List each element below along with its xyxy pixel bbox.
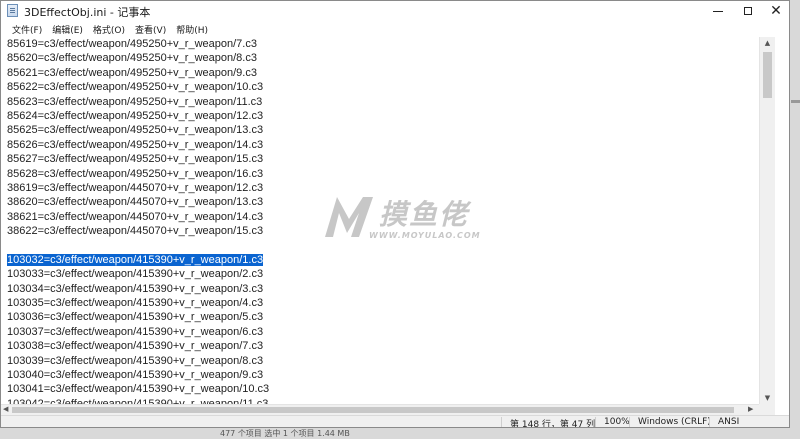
title-bar[interactable]: 3DEffectObj.ini - 记事本 ✕: [1, 1, 789, 21]
text-line: 85624=c3/effect/weapon/495250+v_r_weapon…: [7, 109, 759, 123]
text-line: 103032=c3/effect/weapon/415390+v_r_weapo…: [7, 253, 759, 267]
text-line: 85619=c3/effect/weapon/495250+v_r_weapon…: [7, 37, 759, 51]
text-line: 85622=c3/effect/weapon/495250+v_r_weapon…: [7, 80, 759, 94]
text-line: 103040=c3/effect/weapon/415390+v_r_weapo…: [7, 368, 759, 382]
line-text: 103037=c3/effect/weapon/415390+v_r_weapo…: [7, 325, 264, 338]
minimize-button[interactable]: [703, 1, 733, 21]
status-cursor-position: 第 148 行，第 47 列: [510, 420, 596, 428]
text-line: 103035=c3/effect/weapon/415390+v_r_weapo…: [7, 296, 759, 310]
maximize-button[interactable]: [733, 1, 763, 21]
horizontal-scrollbar[interactable]: ◀ ▶: [1, 404, 759, 415]
line-text: 85625=c3/effect/weapon/495250+v_r_weapon…: [7, 124, 264, 137]
line-text: 85627=c3/effect/weapon/495250+v_r_weapon…: [7, 153, 264, 166]
status-encoding: ANSI: [718, 417, 740, 427]
menu-format[interactable]: 格式(O): [88, 21, 130, 37]
line-text: 85620=c3/effect/weapon/495250+v_r_weapon…: [7, 52, 257, 65]
explorer-status-text: 477 个项目 选中 1 个项目 1.44 MB: [220, 429, 350, 438]
text-line: 85623=c3/effect/weapon/495250+v_r_weapon…: [7, 95, 759, 109]
scroll-down-icon[interactable]: ▼: [760, 394, 775, 402]
status-divider: [595, 417, 596, 427]
scroll-right-icon[interactable]: ▶: [748, 405, 753, 413]
selected-text: 103032=c3/effect/weapon/415390+v_r_weapo…: [7, 253, 264, 266]
line-text: 38620=c3/effect/weapon/445070+v_r_weapon…: [7, 196, 264, 209]
text-line: 103038=c3/effect/weapon/415390+v_r_weapo…: [7, 339, 759, 353]
status-divider: [501, 417, 502, 427]
line-text: 85628=c3/effect/weapon/495250+v_r_weapon…: [7, 167, 264, 180]
vertical-scroll-thumb[interactable]: [763, 52, 772, 98]
line-text: 38621=c3/effect/weapon/445070+v_r_weapon…: [7, 210, 264, 223]
text-line: 103036=c3/effect/weapon/415390+v_r_weapo…: [7, 310, 759, 324]
line-text: 85623=c3/effect/weapon/495250+v_r_weapon…: [7, 95, 263, 108]
line-text: 103033=c3/effect/weapon/415390+v_r_weapo…: [7, 268, 264, 281]
line-text: 103034=c3/effect/weapon/415390+v_r_weapo…: [7, 282, 264, 295]
line-text: 103040=c3/effect/weapon/415390+v_r_weapo…: [7, 368, 264, 381]
text-line: 103042=c3/effect/weapon/415390+v_r_weapo…: [7, 397, 759, 404]
horizontal-scroll-thumb[interactable]: [12, 407, 734, 413]
menu-file[interactable]: 文件(F): [7, 21, 47, 37]
line-text: 103038=c3/effect/weapon/415390+v_r_weapo…: [7, 340, 264, 353]
text-line: 85625=c3/effect/weapon/495250+v_r_weapon…: [7, 123, 759, 137]
text-line: 103037=c3/effect/weapon/415390+v_r_weapo…: [7, 325, 759, 339]
status-line-ending: Windows (CRLF): [638, 417, 711, 427]
background-window-edge: [791, 100, 800, 103]
text-line: 103039=c3/effect/weapon/415390+v_r_weapo…: [7, 354, 759, 368]
watermark-url: WWW.MOYULAO.COM: [369, 231, 481, 240]
text-line: 85626=c3/effect/weapon/495250+v_r_weapon…: [7, 138, 759, 152]
status-divider: [629, 417, 630, 427]
minimize-icon: [713, 10, 723, 12]
text-line: 103034=c3/effect/weapon/415390+v_r_weapo…: [7, 282, 759, 296]
window-title: 3DEffectObj.ini - 记事本: [24, 6, 151, 19]
line-text: 103041=c3/effect/weapon/415390+v_r_weapo…: [7, 383, 270, 396]
menu-help[interactable]: 帮助(H): [171, 21, 213, 37]
menu-bar: 文件(F) 编辑(E) 格式(O) 查看(V) 帮助(H): [1, 21, 789, 37]
text-line: 85621=c3/effect/weapon/495250+v_r_weapon…: [7, 66, 759, 80]
menu-edit[interactable]: 编辑(E): [47, 21, 88, 37]
watermark-text: 摸鱼佬: [379, 198, 470, 231]
line-text: 85624=c3/effect/weapon/495250+v_r_weapon…: [7, 109, 264, 122]
close-button[interactable]: ✕: [761, 1, 789, 21]
scroll-up-icon[interactable]: ▲: [760, 39, 775, 47]
text-line: 85627=c3/effect/weapon/495250+v_r_weapon…: [7, 152, 759, 166]
status-zoom: 100%: [604, 417, 630, 427]
line-text: 38622=c3/effect/weapon/445070+v_r_weapon…: [7, 225, 264, 238]
notepad-window: 3DEffectObj.ini - 记事本 ✕ 文件(F) 编辑(E) 格式(O…: [0, 0, 790, 428]
line-text: 85622=c3/effect/weapon/495250+v_r_weapon…: [7, 81, 264, 94]
scrollbar-corner: [759, 404, 775, 415]
menu-view[interactable]: 查看(V): [130, 21, 171, 37]
line-text: 38619=c3/effect/weapon/445070+v_r_weapon…: [7, 181, 264, 194]
maximize-icon: [744, 7, 752, 15]
line-text: 103039=c3/effect/weapon/415390+v_r_weapo…: [7, 354, 264, 367]
status-bar: 第 148 行，第 47 列 100% Windows (CRLF) ANSI: [1, 415, 789, 428]
notepad-icon: [7, 4, 18, 17]
close-icon: ✕: [770, 3, 782, 19]
line-text: 103036=c3/effect/weapon/415390+v_r_weapo…: [7, 311, 264, 324]
line-text: 103035=c3/effect/weapon/415390+v_r_weapo…: [7, 297, 264, 310]
text-line: 103033=c3/effect/weapon/415390+v_r_weapo…: [7, 267, 759, 281]
line-text: 85619=c3/effect/weapon/495250+v_r_weapon…: [7, 38, 257, 50]
text-line: 85628=c3/effect/weapon/495250+v_r_weapon…: [7, 167, 759, 181]
status-divider: [709, 417, 710, 427]
line-text: 85621=c3/effect/weapon/495250+v_r_weapon…: [7, 66, 257, 79]
vertical-scrollbar[interactable]: ▲ ▼: [759, 37, 775, 404]
text-line: 85620=c3/effect/weapon/495250+v_r_weapon…: [7, 51, 759, 65]
scroll-left-icon[interactable]: ◀: [3, 405, 8, 413]
watermark: 摸鱼佬 WWW.MOYULAO.COM: [319, 191, 509, 247]
text-line: 103041=c3/effect/weapon/415390+v_r_weapo…: [7, 382, 759, 396]
line-text: 85626=c3/effect/weapon/495250+v_r_weapon…: [7, 138, 264, 151]
